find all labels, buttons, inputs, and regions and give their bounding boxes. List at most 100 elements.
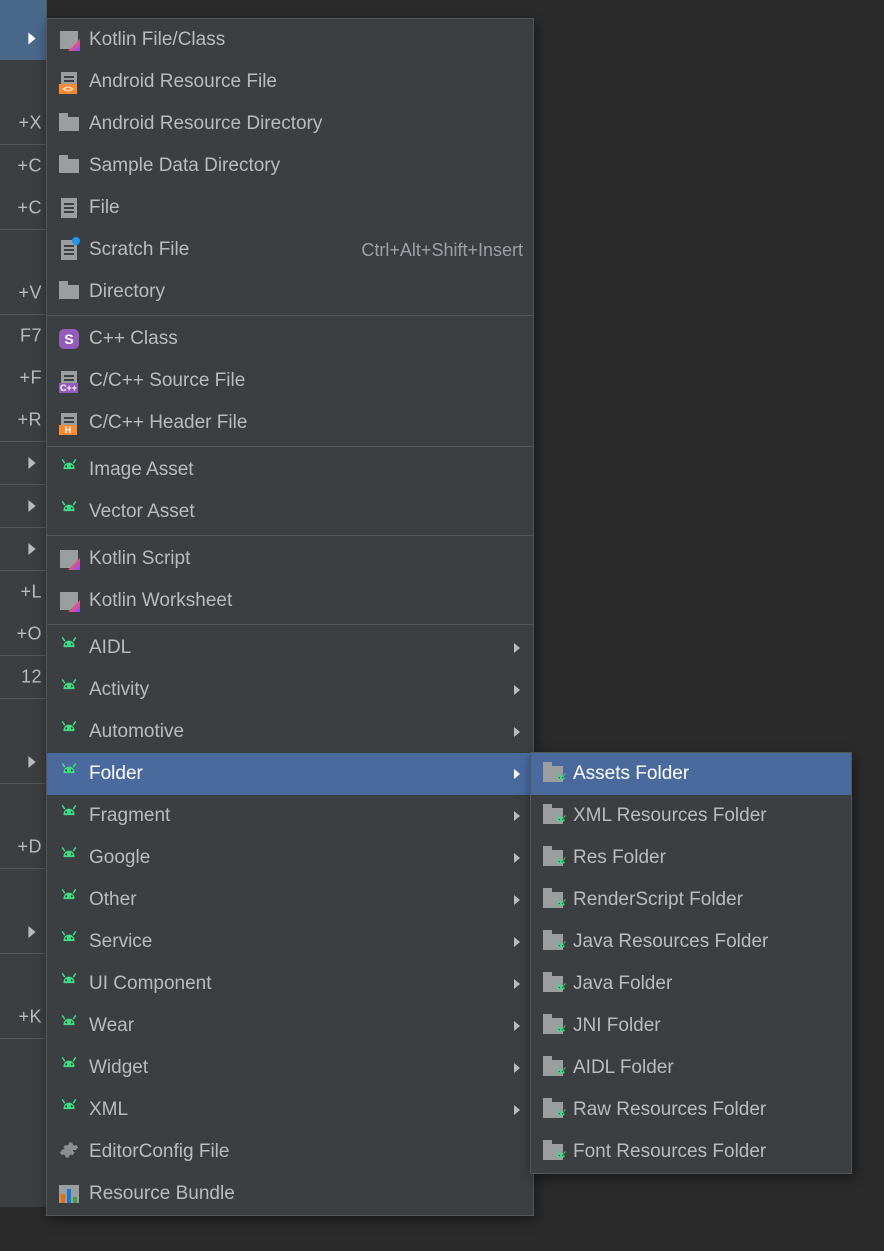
menu-item-label: Java Resources Folder xyxy=(573,931,841,953)
submenu-item-jni-folder[interactable]: JNI Folder xyxy=(531,1005,851,1047)
submenu-item-assets-folder[interactable]: Assets Folder xyxy=(531,753,851,795)
submenu-arrow-icon xyxy=(511,1063,523,1073)
menu-item-activity[interactable]: Activity xyxy=(47,669,533,711)
menu-item-kotlin-file-class[interactable]: Kotlin File/Class xyxy=(47,19,533,61)
parent-menu-row[interactable]: +X xyxy=(0,102,46,145)
menu-item-label: Automotive xyxy=(89,721,511,743)
parent-menu-row[interactable]: +D xyxy=(0,826,46,869)
parent-menu-row[interactable]: +R xyxy=(0,399,46,442)
parent-menu-row[interactable]: +V xyxy=(0,272,46,315)
submenu-arrow-icon xyxy=(511,685,523,695)
new-context-menu: Kotlin File/Class <>Android Resource File… xyxy=(46,18,534,1216)
submenu-item-java-resources-folder[interactable]: Java Resources Folder xyxy=(531,921,851,963)
submenu-item-renderscript-folder[interactable]: RenderScript Folder xyxy=(531,879,851,921)
parent-menu-row[interactable]: +K xyxy=(0,996,46,1039)
parent-menu-row[interactable]: F7 xyxy=(0,315,46,357)
kotlin-icon xyxy=(55,545,83,573)
menu-item-label: Folder xyxy=(89,763,511,785)
submenu-item-java-folder[interactable]: Java Folder xyxy=(531,963,851,1005)
menu-item-label: Directory xyxy=(89,281,523,303)
parent-menu-highlight xyxy=(0,0,46,18)
menu-item-label: RenderScript Folder xyxy=(573,889,841,911)
menu-item-automotive[interactable]: Automotive xyxy=(47,711,533,753)
menu-item-other[interactable]: Other xyxy=(47,879,533,921)
menu-item-label: Resource Bundle xyxy=(89,1183,523,1205)
android-icon xyxy=(55,802,83,830)
menu-item-resource-bundle[interactable]: Resource Bundle xyxy=(47,1173,533,1215)
folder-icon xyxy=(55,110,83,138)
parent-menu-item-new[interactable] xyxy=(0,18,46,60)
menu-item-folder[interactable]: Folder xyxy=(47,753,533,795)
parent-menu-row[interactable] xyxy=(0,954,46,996)
submenu-arrow-icon xyxy=(26,543,38,555)
menu-item-service[interactable]: Service xyxy=(47,921,533,963)
folder-android-icon xyxy=(539,928,567,956)
parent-menu-row[interactable] xyxy=(0,528,46,571)
menu-item-c-c-source-file[interactable]: C++C/C++ Source File xyxy=(47,360,533,402)
menu-item-ui-component[interactable]: UI Component xyxy=(47,963,533,1005)
submenu-item-aidl-folder[interactable]: AIDL Folder xyxy=(531,1047,851,1089)
submenu-item-xml-resources-folder[interactable]: XML Resources Folder xyxy=(531,795,851,837)
android-icon xyxy=(55,498,83,526)
menu-item-label: Image Asset xyxy=(89,459,523,481)
android-icon xyxy=(55,928,83,956)
menu-item-label: C/C++ Header File xyxy=(89,412,523,434)
shortcut-fragment: +O xyxy=(16,624,42,645)
android-icon xyxy=(55,970,83,998)
parent-menu-row[interactable] xyxy=(0,784,46,826)
parent-menu-row[interactable] xyxy=(0,699,46,741)
parent-menu-row[interactable]: +O xyxy=(0,613,46,656)
submenu-item-raw-resources-folder[interactable]: Raw Resources Folder xyxy=(531,1089,851,1131)
parent-menu-row[interactable] xyxy=(0,869,46,911)
menu-item-google[interactable]: Google xyxy=(47,837,533,879)
parent-menu-row[interactable] xyxy=(0,442,46,485)
menu-item-c-c-header-file[interactable]: HC/C++ Header File xyxy=(47,402,533,444)
menu-item-android-resource-directory[interactable]: Android Resource Directory xyxy=(47,103,533,145)
parent-menu-row[interactable] xyxy=(0,911,46,954)
android-icon xyxy=(55,886,83,914)
menu-item-label: XML xyxy=(89,1099,511,1121)
file-badge-icon: C++ xyxy=(55,367,83,395)
parent-menu-row[interactable] xyxy=(0,485,46,528)
menu-item-xml[interactable]: XML xyxy=(47,1089,533,1131)
kotlin-icon xyxy=(55,587,83,615)
parent-menu-row[interactable]: +C xyxy=(0,145,46,187)
menu-item-label: Activity xyxy=(89,679,511,701)
menu-item-image-asset[interactable]: Image Asset xyxy=(47,449,533,491)
menu-item-sample-data-directory[interactable]: Sample Data Directory xyxy=(47,145,533,187)
parent-menu-row[interactable]: 12 xyxy=(0,656,46,699)
parent-menu-row[interactable] xyxy=(0,741,46,784)
submenu-arrow-icon xyxy=(26,926,38,938)
menu-item-vector-asset[interactable]: Vector Asset xyxy=(47,491,533,533)
menu-item-label: Widget xyxy=(89,1057,511,1079)
parent-menu-row[interactable]: +L xyxy=(0,571,46,613)
menu-item-editorconfig-file[interactable]: EditorConfig File xyxy=(47,1131,533,1173)
submenu-item-font-resources-folder[interactable]: Font Resources Folder xyxy=(531,1131,851,1173)
menu-item-label: Kotlin File/Class xyxy=(89,29,523,51)
parent-menu-row[interactable]: +C xyxy=(0,187,46,230)
menu-item-scratch-file[interactable]: Scratch FileCtrl+Alt+Shift+Insert xyxy=(47,229,533,271)
menu-item-directory[interactable]: Directory xyxy=(47,271,533,313)
menu-item-fragment[interactable]: Fragment xyxy=(47,795,533,837)
parent-menu-row[interactable] xyxy=(0,230,46,272)
parent-menu-row[interactable] xyxy=(0,1039,46,1081)
menu-item-android-resource-file[interactable]: <>Android Resource File xyxy=(47,61,533,103)
menu-item-wear[interactable]: Wear xyxy=(47,1005,533,1047)
folder-android-icon xyxy=(539,802,567,830)
menu-item-file[interactable]: File xyxy=(47,187,533,229)
android-icon xyxy=(55,1096,83,1124)
shortcut-fragment: 12 xyxy=(21,667,42,688)
menu-item-label: Fragment xyxy=(89,805,511,827)
shortcut-fragment: +X xyxy=(18,113,42,134)
menu-item-aidl[interactable]: AIDL xyxy=(47,627,533,669)
menu-item-widget[interactable]: Widget xyxy=(47,1047,533,1089)
menu-item-label: Raw Resources Folder xyxy=(573,1099,841,1121)
parent-menu-row[interactable]: +F xyxy=(0,357,46,399)
menu-item-kotlin-script[interactable]: Kotlin Script xyxy=(47,538,533,580)
file-lines-icon xyxy=(55,194,83,222)
submenu-item-res-folder[interactable]: Res Folder xyxy=(531,837,851,879)
menu-item-c-class[interactable]: SC++ Class xyxy=(47,318,533,360)
menu-item-kotlin-worksheet[interactable]: Kotlin Worksheet xyxy=(47,580,533,622)
menu-item-label: Service xyxy=(89,931,511,953)
parent-menu-row[interactable] xyxy=(0,60,46,102)
